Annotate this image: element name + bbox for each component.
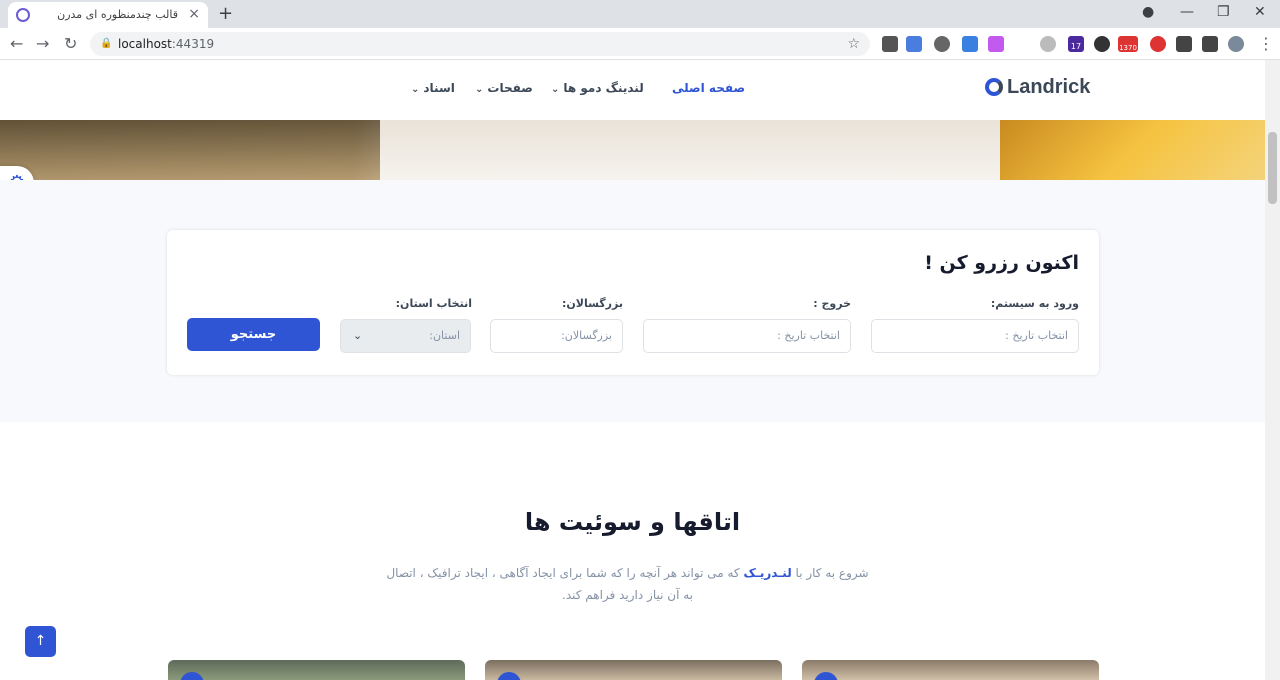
site-header: Landrick صفحه اصلی ⌄ لندینگ دمو ها ⌄ صفحات… [0,60,1265,120]
brand-name: لنـدریـک [743,566,792,580]
province-selected-value: استان: [429,329,460,342]
reload-icon[interactable]: ↻ [64,34,77,53]
address-toolbar: ← → ↻ 🔒 localhost:44319 ☆ 17 1370 ⋮ [0,28,1280,60]
close-window-icon[interactable]: ✕ [1254,4,1266,20]
logo-mark-icon [985,78,1003,96]
page-scrollbar[interactable] [1265,60,1280,680]
puzzle-icon[interactable] [1176,36,1192,52]
province-select[interactable]: استان: ⌄ [340,319,471,353]
nav-landing-demos[interactable]: ⌄ لندینگ دمو ها [551,81,644,95]
room-card[interactable] [802,660,1099,680]
checkin-date-input[interactable]: انتخاب تاریخ : [871,319,1079,353]
circle-ext-icon[interactable] [1094,36,1110,52]
back-arrow-icon[interactable]: ← [10,34,23,53]
room-card[interactable] [485,660,782,680]
chevron-down-icon: ⌄ [411,84,420,95]
code-ext-icon[interactable] [1014,36,1030,52]
url-host: localhost [118,37,172,51]
check-ext-icon[interactable] [1150,36,1166,52]
link-ext-icon[interactable] [1040,36,1056,52]
chevron-down-icon: ⌄ [551,84,560,95]
badge-ext-icon[interactable]: 17 [1068,36,1084,52]
eyedropper-ext-icon[interactable] [882,36,898,52]
close-tab-icon[interactable]: × [188,6,200,22]
province-label: انتخاب استان: [395,297,472,310]
checkout-label: خروج : [813,297,851,310]
rooms-section-subtitle: شروع به کار با لنـدریـک که می تواند هر آ… [386,566,869,602]
chevron-down-icon: ⌄ [475,84,484,95]
hero-image-strip [0,120,1265,180]
back-to-top-button[interactable]: ↑ [25,626,56,657]
url-bar[interactable]: 🔒 localhost:44319 ☆ [90,32,870,56]
url-port: :44319 [171,37,215,51]
tab-title: قالب چندمنظوره ای مدرن [57,8,178,21]
new-tab-icon[interactable]: + [218,3,233,24]
site-logo[interactable]: Landrick [985,76,1090,99]
nav-pages[interactable]: ⌄ صفحات [475,81,533,95]
adults-input[interactable]: بزرگسالان: [490,319,623,353]
lock-icon: 🔒 [100,38,113,49]
booking-card: اکنون رزرو کن ! ورود به سیستم: انتخاب تا… [167,230,1099,375]
checkout-date-input[interactable]: انتخاب تاریخ : [643,319,851,353]
webpage: Landrick صفحه اصلی ⌄ لندینگ دمو ها ⌄ صفحات… [0,60,1265,680]
mail-ext-icon[interactable]: 1370 [1118,36,1138,52]
media-icon[interactable] [1202,36,1218,52]
booking-title: اکنون رزرو کن ! [924,252,1079,274]
site-favicon-icon [16,8,30,22]
forward-arrow-icon[interactable]: → [36,34,49,53]
kebab-menu-icon[interactable]: ⋮ [1258,34,1274,53]
maximize-icon[interactable]: ❐ [1217,4,1230,20]
nav-home[interactable]: صفحه اصلی [672,81,745,95]
minimize-icon[interactable]: — [1180,4,1194,20]
pen-ext-icon[interactable] [988,36,1004,52]
nav-docs[interactable]: ⌄ اسناد [411,81,455,95]
translate-ext-icon[interactable] [906,36,922,52]
chevron-down-icon: ⌄ [353,329,363,342]
download-ext-icon[interactable] [962,36,978,52]
profile-menu-icon[interactable]: ● [1142,4,1154,20]
search-button[interactable]: جستجو [187,318,320,351]
rooms-section-title: اتاقها و سوئیت ها [524,508,741,536]
browser-tab[interactable]: قالب چندمنظوره ای مدرن × [8,2,208,28]
browser-tab-strip: قالب چندمنظوره ای مدرن × + ● — ❐ ✕ [0,0,1280,28]
checkin-label: ورود به سیستم: [990,297,1079,310]
speed-ext-icon[interactable] [934,36,950,52]
avatar[interactable] [1228,36,1244,52]
bookmark-star-icon[interactable]: ☆ [847,32,860,56]
room-card[interactable] [168,660,465,680]
adults-label: بزرگسالان: [561,297,623,310]
